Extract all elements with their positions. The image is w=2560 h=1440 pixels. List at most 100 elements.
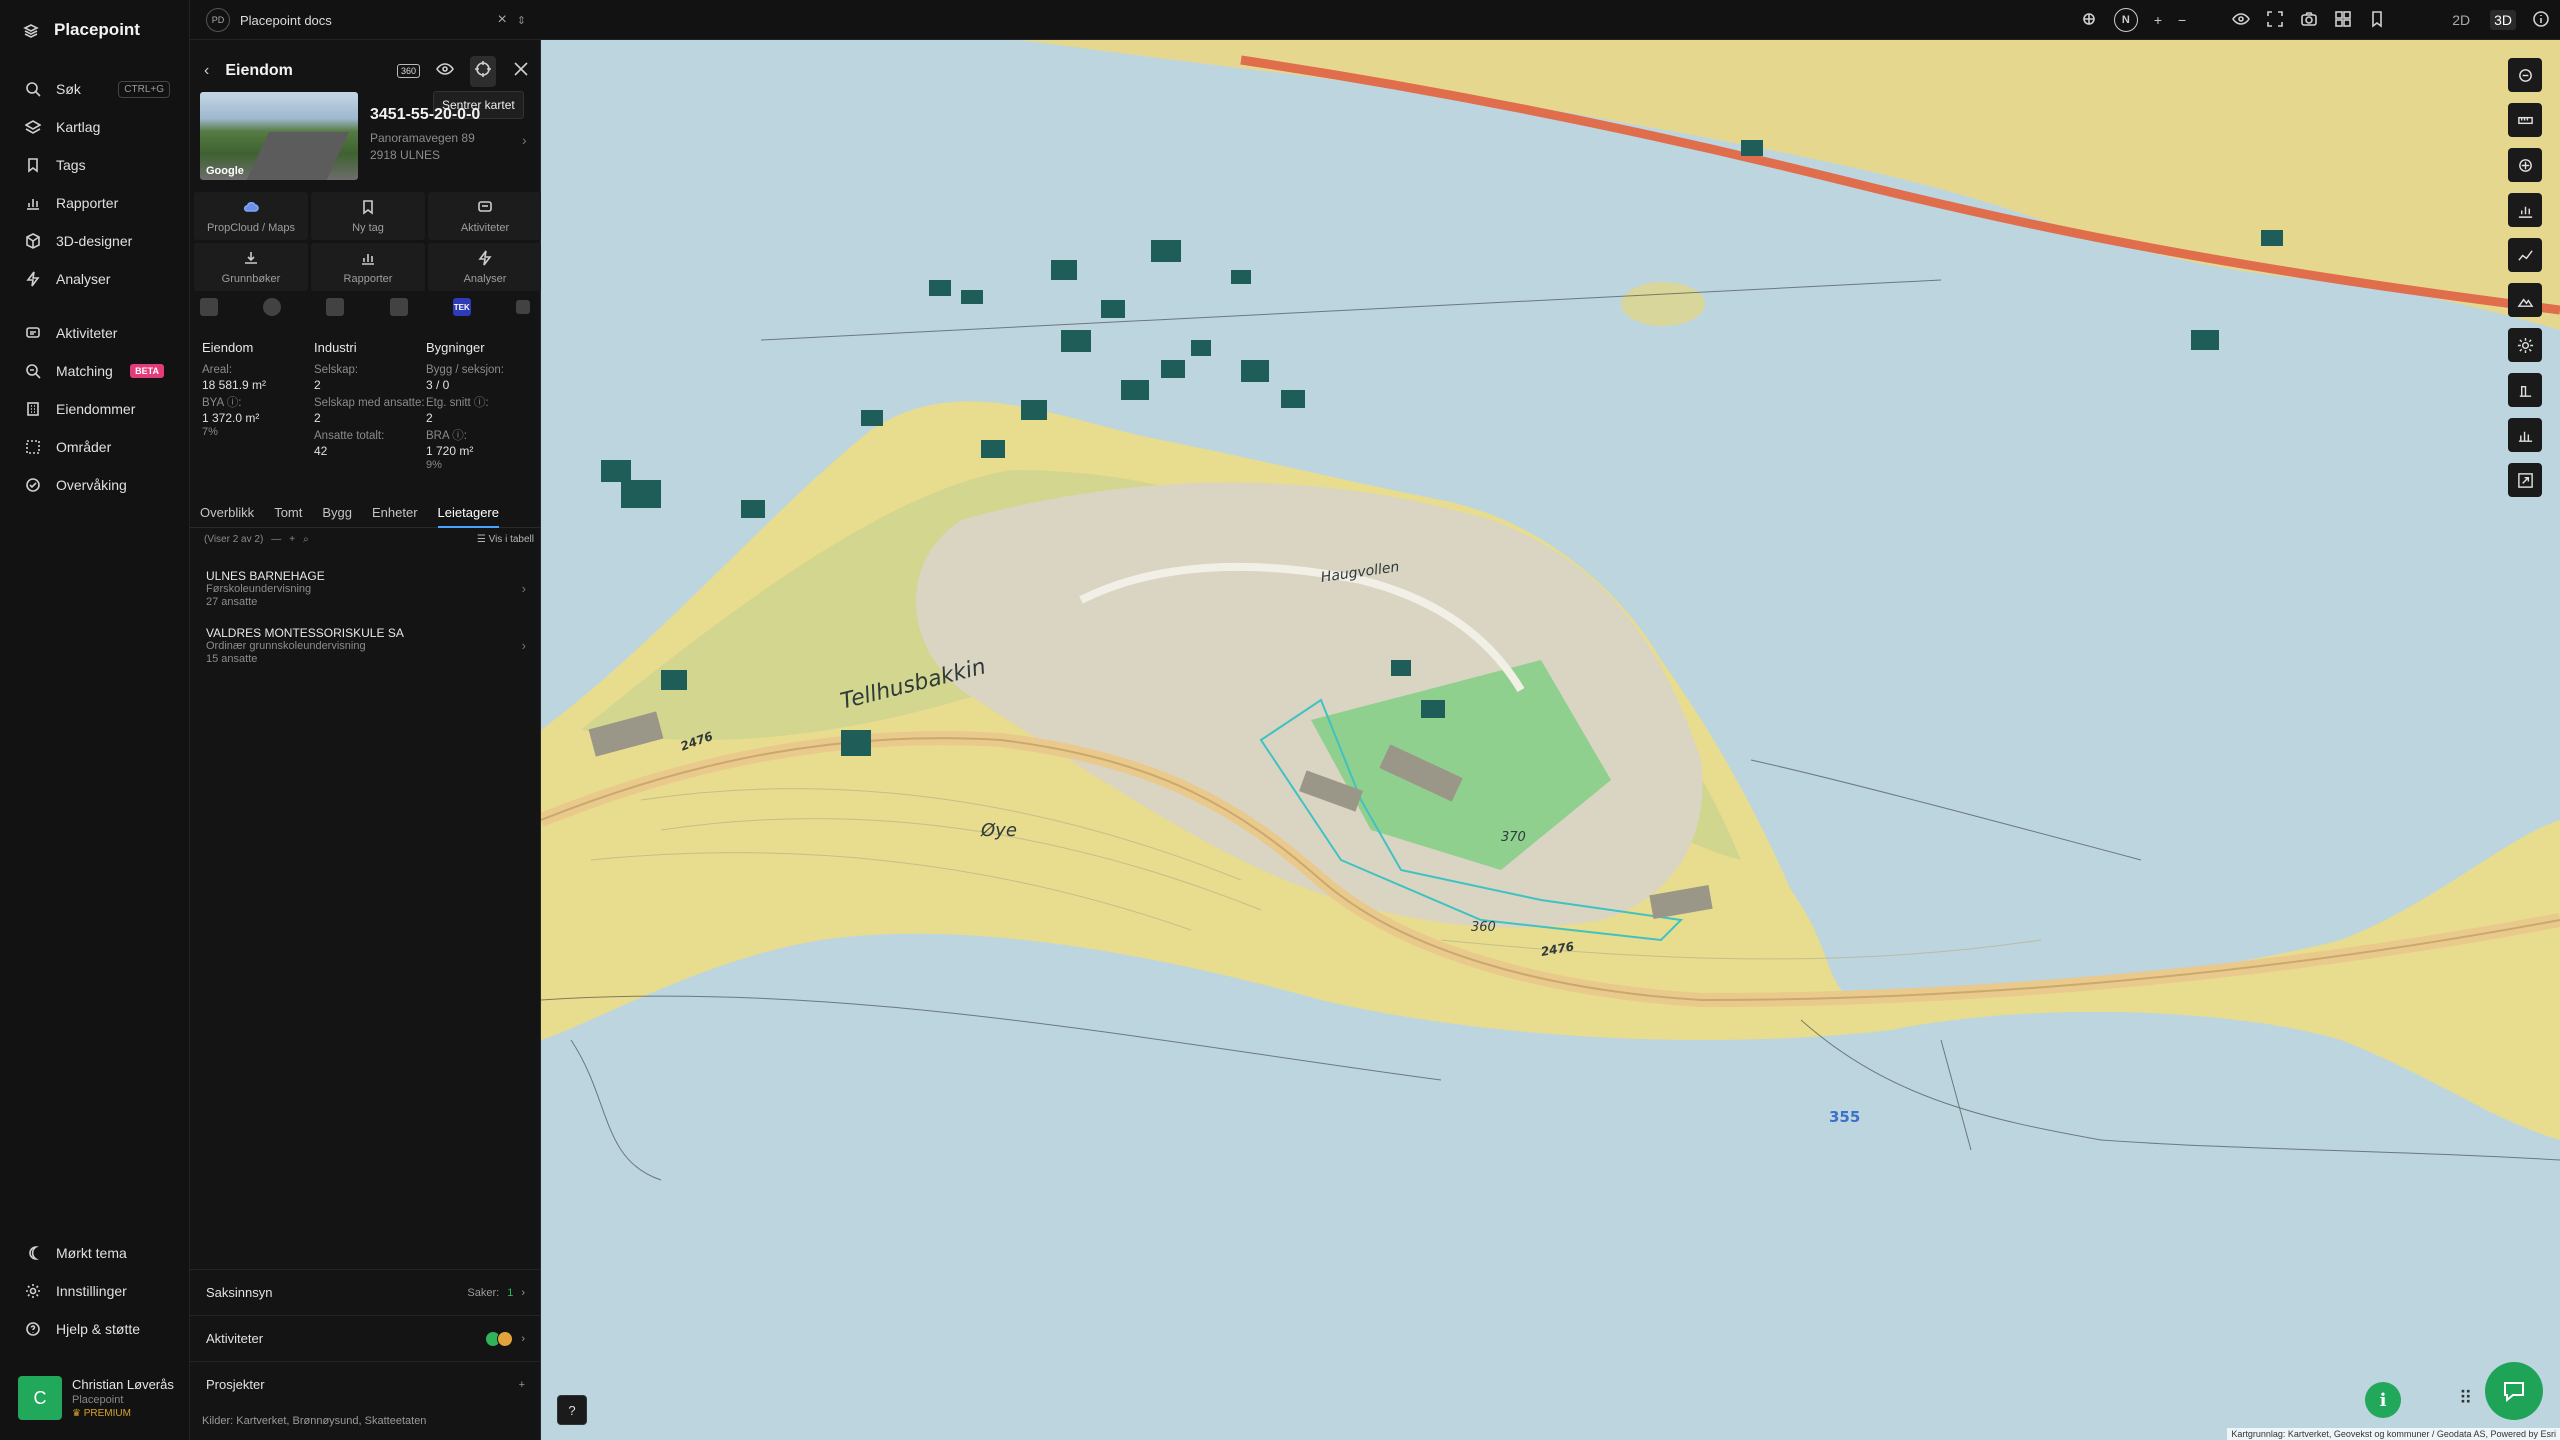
source-link[interactable]: Kartverket,	[236, 1415, 289, 1427]
propcloud-button[interactable]: PropCloud / Maps	[194, 192, 308, 240]
eye-icon[interactable]	[2232, 10, 2251, 31]
tab-tomt[interactable]: Tomt	[274, 500, 302, 528]
map-label-contour: 360	[1471, 920, 1496, 935]
nav-item-tags[interactable]: Tags	[0, 146, 190, 184]
source-link[interactable]: Skatteetaten	[365, 1415, 427, 1427]
brand[interactable]: Placepoint	[22, 20, 140, 40]
section-label: Prosjekter	[206, 1377, 265, 1392]
more-icon[interactable]	[515, 300, 530, 314]
close-icon[interactable]	[512, 60, 530, 83]
nav-item-search[interactable]: Søk CTRL+G	[0, 70, 190, 108]
nav-item-aktiviteter[interactable]: Aktiviteter	[0, 314, 190, 352]
reports-button[interactable]: Rapporter	[311, 243, 425, 291]
sun-icon[interactable]	[2508, 328, 2542, 362]
source-ssb-icon[interactable]	[200, 298, 218, 316]
north-compass[interactable]: N	[2113, 8, 2138, 32]
list-item[interactable]: VALDRES MONTESSORISKULE SA Ordinær grunn…	[206, 627, 526, 666]
view-3d-button[interactable]: 3D	[2490, 10, 2516, 30]
nav-item-kartlag[interactable]: Kartlag	[0, 108, 190, 146]
list-item[interactable]: ULNES BARNEHAGE Førskoleundervisning 27 …	[206, 570, 526, 609]
doc-title: Placepoint docs	[240, 12, 332, 28]
help-icon[interactable]: ?	[557, 1395, 587, 1425]
minus-icon[interactable]: —	[271, 534, 281, 545]
tab-overblikk[interactable]: Overblikk	[200, 500, 254, 528]
terrain-icon[interactable]	[2508, 418, 2542, 452]
activities-button[interactable]: Aktiviteter	[428, 192, 542, 240]
nav-label: Eiendommer	[56, 401, 136, 417]
tab-enheter[interactable]: Enheter	[372, 500, 418, 528]
info-icon[interactable]	[2532, 10, 2550, 31]
center-map-icon[interactable]	[470, 55, 496, 87]
sun-shadow-icon[interactable]	[2080, 10, 2098, 31]
nav-item-eiendommer[interactable]: Eiendommer	[0, 390, 190, 428]
nav-item-overvaking[interactable]: Overvåking	[0, 466, 190, 504]
eye-icon[interactable]	[436, 60, 454, 83]
grunnboker-button[interactable]: Grunnbøker	[194, 243, 308, 291]
avatar: C	[18, 1376, 62, 1420]
source-industry-icon[interactable]	[326, 298, 345, 316]
chat-button[interactable]	[2485, 1362, 2543, 1420]
nav-item-dark-theme[interactable]: Mørkt tema	[0, 1234, 190, 1272]
property-stats: Eiendom Areal: 18 581.9 m² BYA ⓘ: 1 372.…	[202, 340, 532, 474]
drag-handle-icon[interactable]: ⠿	[2459, 1388, 2472, 1409]
document-tab[interactable]: PD Placepoint docs × ⇕	[206, 6, 526, 34]
chevron-right-icon[interactable]: ›	[522, 132, 527, 148]
bookmark-icon[interactable]	[2368, 10, 2386, 31]
source-link[interactable]: Brønnøysund,	[293, 1415, 362, 1427]
nav-label: Overvåking	[56, 477, 127, 493]
back-icon[interactable]: ‹	[204, 62, 209, 80]
area-measure-icon[interactable]	[2508, 148, 2542, 182]
nav-item-help[interactable]: Hjelp & støtte	[0, 1310, 190, 1348]
map-3d-view[interactable]: Tellhusbakkin Øye Haugvollen 2476 2476 3…	[541, 40, 2560, 1440]
source-globe-icon[interactable]	[263, 298, 282, 316]
chart-icon	[360, 250, 376, 269]
tab-leietagere[interactable]: Leietagere	[437, 500, 499, 528]
export-icon[interactable]	[2508, 463, 2542, 497]
zoom-out-icon[interactable]: −	[2178, 12, 2186, 28]
nav-label: Innstillinger	[56, 1283, 127, 1299]
show-in-table-button[interactable]: ☰ Vis i tabell	[477, 534, 534, 545]
section-saksinnsyn[interactable]: Saksinnsyn Saker: 1 ›	[190, 1269, 541, 1315]
info-icon[interactable]: i	[2365, 1382, 2401, 1418]
search-icon[interactable]: ⌕	[303, 534, 309, 545]
section-aktiviteter[interactable]: Aktiviteter ›	[190, 1315, 541, 1361]
stat-label: Selskap med ansatte:	[314, 397, 425, 409]
source-bars-icon[interactable]	[389, 298, 408, 316]
nav-item-rapporter[interactable]: Rapporter	[0, 184, 190, 222]
nav-item-settings[interactable]: Innstillinger	[0, 1272, 190, 1310]
nav-item-3d-designer[interactable]: 3D-designer	[0, 222, 190, 260]
match-icon	[24, 362, 42, 380]
source-tek-icon[interactable]: TEK	[452, 298, 471, 316]
stats-heading: Eiendom	[202, 340, 254, 355]
layer-style-icon[interactable]	[2508, 58, 2542, 92]
measure-icon[interactable]	[2508, 103, 2542, 137]
shadow-icon[interactable]	[2508, 373, 2542, 407]
plus-icon[interactable]: +	[289, 534, 295, 545]
close-icon[interactable]: ×	[497, 11, 506, 29]
chevron-updown-icon[interactable]: ⇕	[517, 14, 526, 27]
activity-icon	[477, 199, 493, 218]
street-view-thumbnail[interactable]: Google	[200, 92, 358, 180]
stat-label: Bygg / seksjon:	[426, 364, 504, 376]
map-attribution: Kartgrunnlag: Kartverket, Geovekst og ko…	[2227, 1428, 2560, 1440]
chart-icon[interactable]	[2508, 193, 2542, 227]
view-2d-button[interactable]: 2D	[2448, 10, 2474, 30]
panel-tabs: Overblikk Tomt Bygg Enheter Leietagere	[190, 500, 541, 528]
profile-icon[interactable]	[2508, 238, 2542, 272]
section-prosjekter[interactable]: Prosjekter +	[190, 1361, 541, 1407]
nav-item-analyser[interactable]: Analyser	[0, 260, 190, 298]
plus-icon[interactable]: +	[519, 1379, 525, 1391]
property-address[interactable]: Panoramavegen 89 2918 ULNES	[370, 130, 475, 164]
fullscreen-icon[interactable]	[2266, 10, 2284, 31]
nav-item-matching[interactable]: Matching BETA	[0, 352, 190, 390]
tab-bygg[interactable]: Bygg	[322, 500, 352, 528]
camera-icon[interactable]	[2300, 10, 2318, 31]
grid-icon[interactable]	[2334, 10, 2352, 31]
analyses-button[interactable]: Analyser	[428, 243, 542, 291]
zoom-in-icon[interactable]: +	[2154, 12, 2162, 28]
nav-item-omrader[interactable]: Områder	[0, 428, 190, 466]
new-tag-button[interactable]: Ny tag	[311, 192, 425, 240]
elevation-icon[interactable]	[2508, 283, 2542, 317]
user-profile[interactable]: C Christian Løverås Placepoint ♛ PREMIUM	[18, 1372, 178, 1424]
360-view-button[interactable]: 360	[396, 64, 420, 78]
